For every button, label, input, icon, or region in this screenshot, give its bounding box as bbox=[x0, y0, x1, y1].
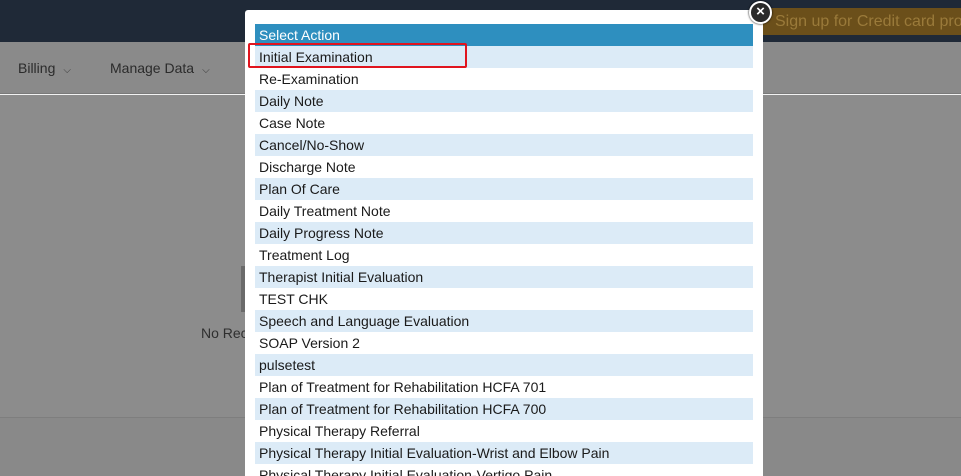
action-item[interactable]: Daily Progress Note bbox=[255, 222, 753, 244]
action-item[interactable]: TEST CHK bbox=[255, 288, 753, 310]
promo-banner[interactable]: Sign up for Credit card proc bbox=[761, 8, 961, 35]
menu-manage-data[interactable]: Manage Data ⌵ bbox=[110, 60, 210, 76]
close-icon: × bbox=[756, 3, 765, 20]
action-item[interactable]: pulsetest bbox=[255, 354, 753, 376]
action-item[interactable]: Physical Therapy Initial Evaluation-Vert… bbox=[255, 464, 753, 476]
close-button[interactable]: × bbox=[749, 1, 772, 24]
menu-billing-label: Billing bbox=[18, 60, 56, 76]
chevron-down-icon: ⌵ bbox=[202, 65, 210, 76]
action-item[interactable]: SOAP Version 2 bbox=[255, 332, 753, 354]
action-item[interactable]: Case Note bbox=[255, 112, 753, 134]
action-item[interactable]: Re-Examination bbox=[255, 68, 753, 90]
action-item[interactable]: Plan Of Care bbox=[255, 178, 753, 200]
action-item[interactable]: Plan of Treatment for Rehabilitation HCF… bbox=[255, 376, 753, 398]
action-item[interactable]: Initial Examination bbox=[255, 46, 753, 68]
action-item[interactable]: Treatment Log bbox=[255, 244, 753, 266]
menu-manage-data-label: Manage Data bbox=[110, 60, 195, 76]
action-item[interactable]: Therapist Initial Evaluation bbox=[255, 266, 753, 288]
action-item[interactable]: Discharge Note bbox=[255, 156, 753, 178]
action-item[interactable]: Physical Therapy Referral bbox=[255, 420, 753, 442]
no-records-text: No Rec bbox=[201, 325, 248, 341]
menu-billing[interactable]: Billing ⌵ bbox=[18, 60, 71, 76]
action-item[interactable]: Daily Treatment Note bbox=[255, 200, 753, 222]
action-item[interactable]: Speech and Language Evaluation bbox=[255, 310, 753, 332]
chevron-down-icon: ⌵ bbox=[63, 65, 71, 76]
action-list-header: Select Action bbox=[255, 24, 753, 46]
action-item[interactable]: Cancel/No-Show bbox=[255, 134, 753, 156]
action-item[interactable]: Daily Note bbox=[255, 90, 753, 112]
select-action-modal: Select Action Initial Examination Re-Exam… bbox=[245, 10, 763, 476]
action-item[interactable]: Physical Therapy Initial Evaluation-Wris… bbox=[255, 442, 753, 464]
action-list: Select Action Initial Examination Re-Exam… bbox=[255, 24, 753, 476]
action-item[interactable]: Plan of Treatment for Rehabilitation HCF… bbox=[255, 398, 753, 420]
